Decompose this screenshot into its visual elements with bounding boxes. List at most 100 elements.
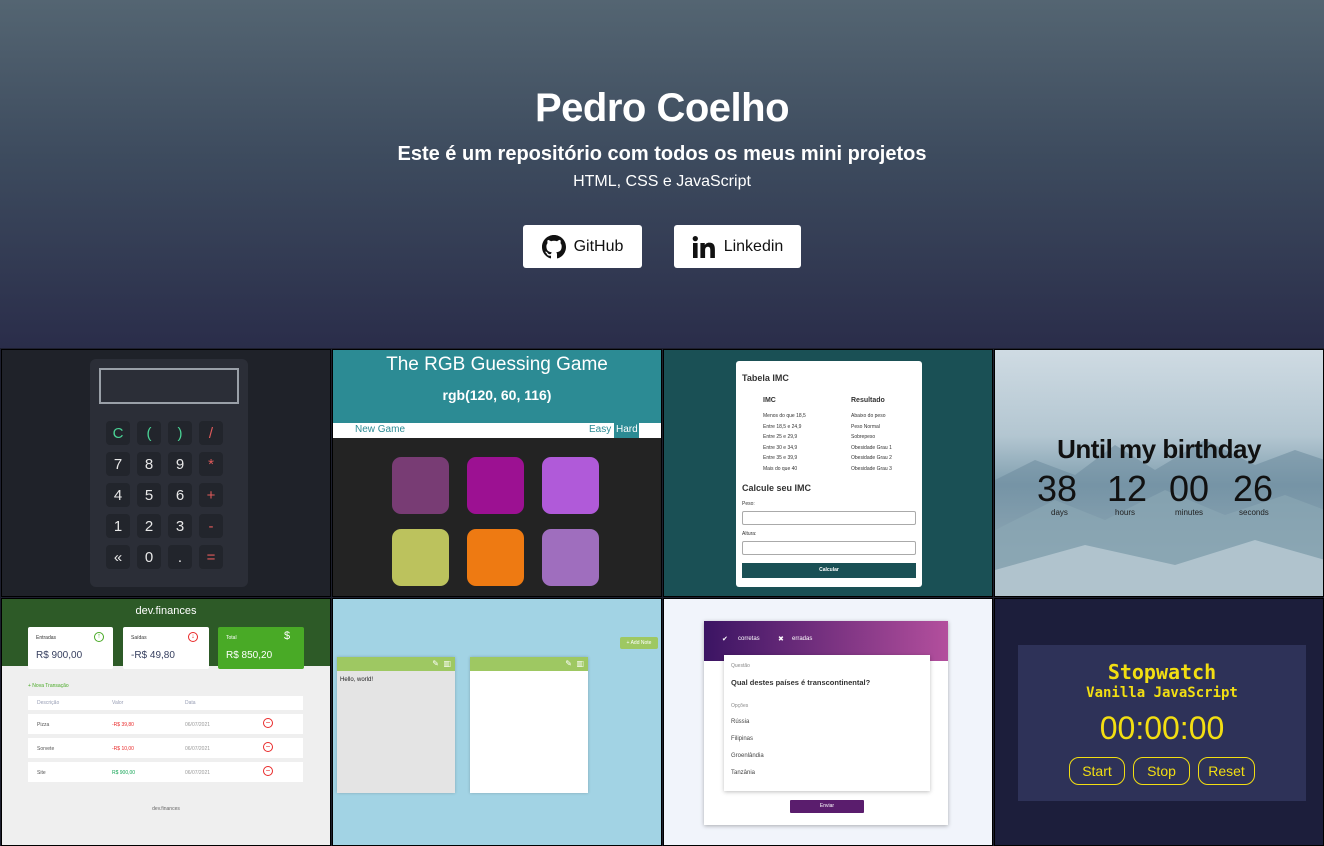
linkedin-button[interactable]: Linkedin (674, 225, 801, 268)
note-text[interactable]: Hello, world! (340, 677, 373, 683)
remove-icon[interactable]: − (263, 766, 273, 776)
calcular-button[interactable]: Calcular (742, 563, 916, 578)
color-square[interactable] (542, 457, 599, 514)
imc-result: Sobrepeso (851, 434, 876, 440)
calculator-key[interactable]: ) (168, 421, 192, 445)
project-stopwatch[interactable]: Stopwatch Vanilla JavaScript 00:00:00 St… (994, 598, 1324, 846)
calculator-key[interactable]: 4 (106, 483, 130, 507)
note-textarea[interactable] (472, 673, 586, 791)
imc-table-title: Tabela IMC (742, 373, 789, 383)
calculator-key[interactable]: 3 (168, 514, 192, 538)
calculator-key[interactable]: + (199, 483, 223, 507)
quiz-option[interactable]: Rússia (731, 719, 749, 725)
question-label: Questão (731, 663, 750, 669)
page-subtitle: Este é um repositório com todos os meus … (397, 143, 927, 165)
calculator-key[interactable]: 9 (168, 452, 192, 476)
quiz-option[interactable]: Tanzânia (731, 770, 755, 776)
color-square[interactable] (542, 529, 599, 586)
project-birthday[interactable]: Until my birthday 38 12 00 26 days hours… (994, 349, 1324, 597)
quiz-option[interactable]: Filipinas (731, 736, 753, 742)
quiz-card: ✔ corretas ✖ erradas Questão Qual destes… (704, 621, 948, 825)
saidas-value: -R$ 49,80 (131, 650, 175, 661)
hard-button[interactable]: Hard (614, 423, 639, 438)
dollar-icon: $ (284, 630, 291, 642)
total-label: Total (226, 635, 237, 641)
finances-brand: dev.finances (135, 605, 197, 617)
remove-icon[interactable]: − (263, 742, 273, 752)
trash-icon[interactable]: ▥ (576, 659, 584, 668)
calculator-key[interactable]: 2 (137, 514, 161, 538)
seconds-label: seconds (1239, 508, 1269, 517)
hours-label: hours (1115, 508, 1136, 517)
calculator-key[interactable]: 6 (168, 483, 192, 507)
calculator-key[interactable]: . (168, 545, 192, 569)
rgb-header: The RGB Guessing Game rgb(120, 60, 116) (333, 350, 661, 423)
transactions-header: Descrição Valor Data (28, 696, 303, 710)
cross-icon: ✖ (778, 636, 784, 643)
calculator-key[interactable]: - (199, 514, 223, 538)
color-square[interactable] (392, 457, 449, 514)
calculator-key[interactable]: 1 (106, 514, 130, 538)
imc-result: Obesidade Grau 2 (851, 455, 892, 461)
days-value: 38 (1037, 468, 1078, 509)
rgb-toolbar: New Game Easy Hard (333, 423, 661, 438)
start-button[interactable]: Start (1069, 757, 1125, 785)
project-finances[interactable]: dev.finances Entradas ↑ R$ 900,00 Saídas… (1, 598, 331, 846)
quiz-option[interactable]: Groenlândia (731, 753, 764, 759)
new-game-button[interactable]: New Game (355, 424, 405, 435)
row-date: 06/07/2021 (185, 722, 211, 728)
project-rgb-game[interactable]: The RGB Guessing Game rgb(120, 60, 116) … (332, 349, 662, 597)
page-title: Pedro Coelho (534, 86, 790, 130)
project-notes[interactable]: + Add Note ✎ ▥ Hello, world! ✎ ▥ (332, 598, 662, 846)
calculator-key[interactable]: C (106, 421, 130, 445)
calculator-key[interactable]: 0 (137, 545, 161, 569)
stop-button[interactable]: Stop (1133, 757, 1190, 785)
tech-stack: HTML, CSS e JavaScript (573, 173, 751, 190)
row-date: 06/07/2021 (185, 770, 211, 776)
hours-value: 12 (1107, 468, 1148, 509)
entradas-value: R$ 900,00 (36, 650, 83, 661)
color-square[interactable] (467, 457, 524, 514)
trash-icon[interactable]: ▥ (443, 659, 451, 668)
calculator-key[interactable]: ( (137, 421, 161, 445)
color-square[interactable] (467, 529, 524, 586)
github-label: GitHub (573, 237, 624, 255)
calculator-key[interactable]: 8 (137, 452, 161, 476)
reset-button[interactable]: Reset (1198, 757, 1255, 785)
edit-icon[interactable]: ✎ (565, 659, 572, 668)
table-row: Pizza -R$ 39,80 06/07/2021 − (28, 714, 303, 734)
row-value: -R$ 39,80 (112, 722, 134, 728)
total-value: R$ 850,20 (226, 650, 273, 661)
calculator-key[interactable]: 5 (137, 483, 161, 507)
github-button[interactable]: GitHub (523, 225, 642, 268)
remove-icon[interactable]: − (263, 718, 273, 728)
calculator-key[interactable]: 7 (106, 452, 130, 476)
stopwatch-subtitle: Vanilla JavaScript (1086, 685, 1238, 701)
easy-button[interactable]: Easy (589, 424, 611, 435)
minutes-value: 00 (1169, 468, 1210, 509)
entradas-card: Entradas ↑ R$ 900,00 (28, 627, 113, 669)
note-toolbar: ✎ ▥ (337, 657, 455, 671)
peso-input[interactable] (742, 511, 916, 525)
table-row: Site R$ 900,00 06/07/2021 − (28, 762, 303, 782)
imc-range: Entre 18,5 e 24,9 (763, 423, 802, 430)
calculator-key[interactable]: « (106, 545, 130, 569)
edit-icon[interactable]: ✎ (432, 659, 439, 668)
imc-range: Mais do que 40 (763, 465, 798, 472)
color-square[interactable] (392, 529, 449, 586)
seconds-value: 26 (1233, 468, 1274, 509)
submit-button[interactable]: Enviar (790, 800, 864, 813)
calculator-key[interactable]: * (199, 452, 223, 476)
table-row: Sorvete -R$ 10,00 06/07/2021 − (28, 738, 303, 758)
altura-input[interactable] (742, 541, 916, 555)
project-calculator[interactable]: C () / 7 8 9 * 4 5 6 +1 2 3- « 0. = (1, 349, 331, 597)
note-card: ✎ ▥ (470, 657, 588, 793)
imc-result: Obesidade Grau 3 (851, 465, 892, 472)
new-transaction-link[interactable]: + Nova Transação (28, 683, 69, 689)
project-quiz[interactable]: ✔ corretas ✖ erradas Questão Qual destes… (663, 598, 993, 846)
add-note-button[interactable]: + Add Note (620, 637, 658, 649)
project-imc[interactable]: Tabela IMC IMC Resultado Menos do que 18… (663, 349, 993, 597)
question-text: Qual destes países é transcontinental? (731, 678, 871, 687)
calculator-key[interactable]: = (199, 545, 223, 569)
calculator-key[interactable]: / (199, 421, 223, 445)
